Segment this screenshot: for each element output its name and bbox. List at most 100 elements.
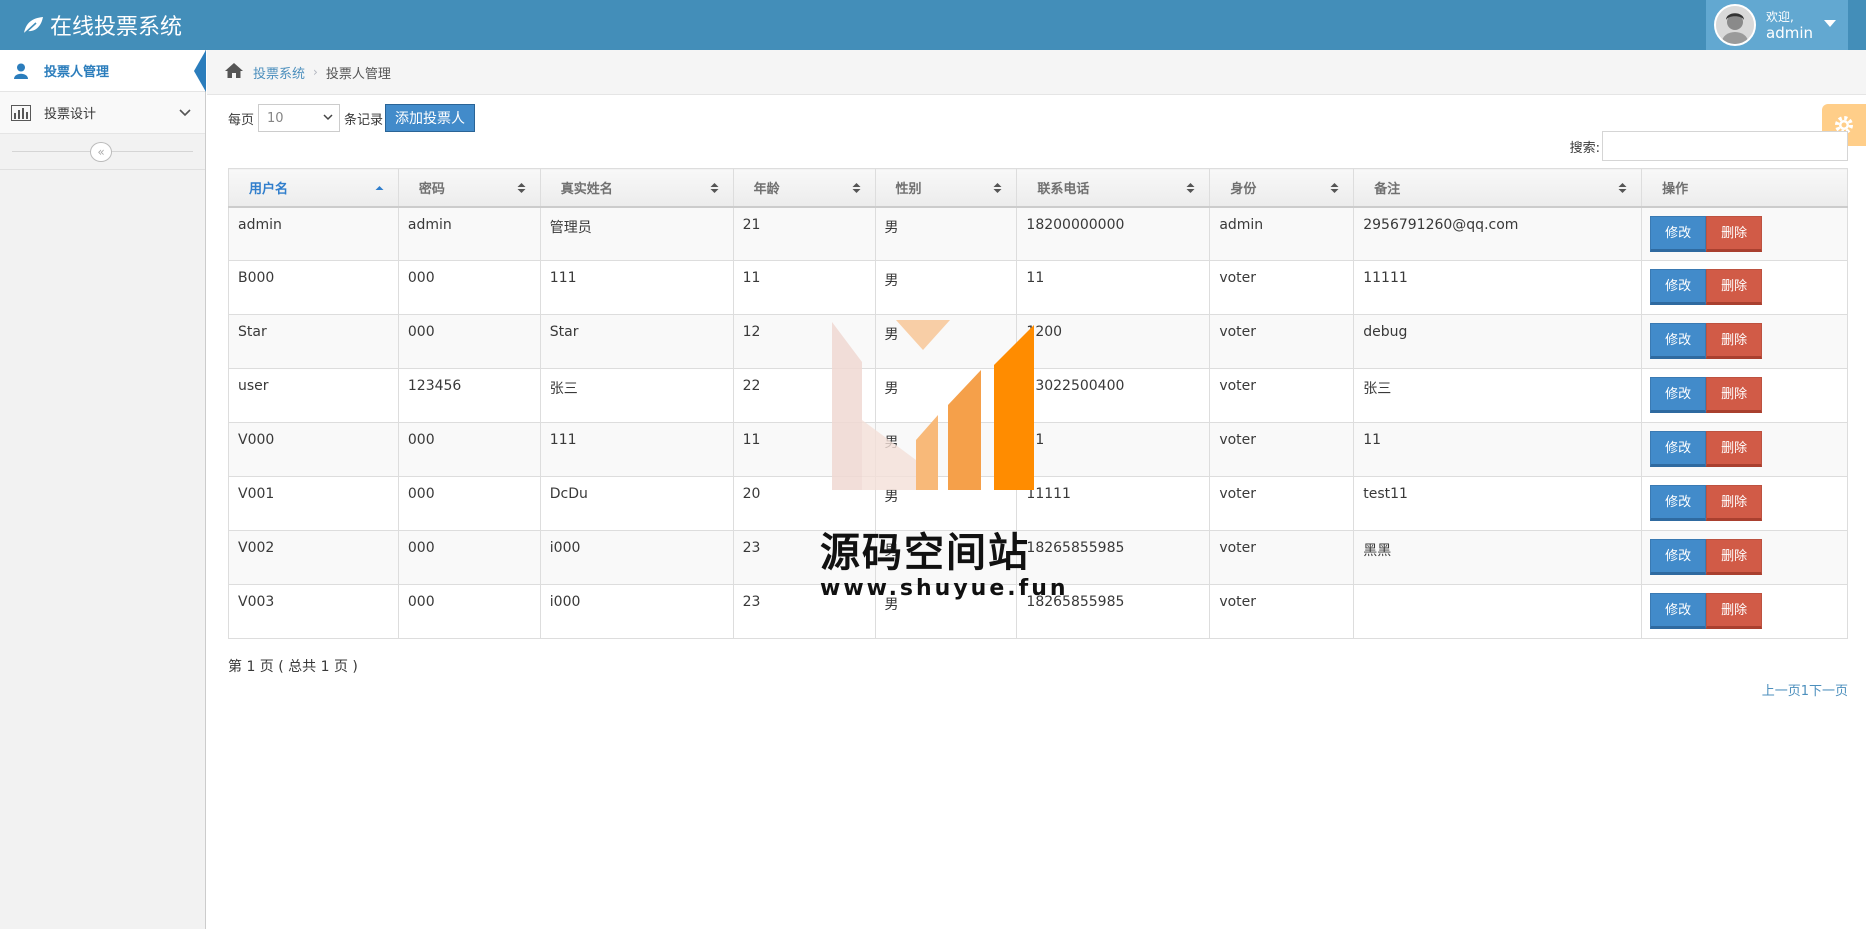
user-icon (10, 63, 32, 79)
table-row: Star 000 Star 12 男 1200 voter debug 修改 删除 (228, 314, 1848, 369)
delete-button[interactable]: 删除 (1706, 593, 1763, 629)
table-cell: 000 (397, 422, 541, 477)
edit-button[interactable]: 修改 (1650, 215, 1707, 252)
edit-button[interactable]: 修改 (1650, 269, 1707, 305)
breadcrumb: 投票系统 › 投票人管理 (207, 50, 1866, 95)
table-cell: Star (539, 314, 734, 369)
column-header[interactable]: 联系电话 (1016, 168, 1211, 208)
records-label: 条记录 (344, 112, 384, 128)
welcome-text: 欢迎, (1766, 10, 1794, 24)
column-header[interactable]: 密码 (397, 168, 541, 208)
delete-button[interactable]: 删除 (1706, 323, 1763, 359)
delete-button[interactable]: 删除 (1706, 431, 1763, 467)
column-header-label: 用户名 (249, 181, 289, 197)
user-menu[interactable]: 欢迎, admin (1706, 0, 1848, 50)
table-cell: 000 (397, 260, 541, 315)
watermark-url: www.shuyue.fun (820, 576, 1069, 601)
edit-button[interactable]: 修改 (1650, 377, 1707, 413)
pagination-links[interactable]: 上一页1下一页 (1762, 680, 1848, 699)
breadcrumb-home-link[interactable]: 投票系统 (253, 63, 305, 82)
per-page-label: 每页 (228, 112, 255, 128)
table-row: V000 000 111 11 男 11 voter 11 修改 删除 (228, 422, 1848, 477)
column-header[interactable]: 操作 (1641, 168, 1848, 208)
chevron-right-icon: › (313, 65, 318, 79)
table-cell: 管理员 (539, 206, 734, 261)
row-actions: 修改 删除 (1641, 314, 1848, 369)
table-cell: V000 (228, 422, 399, 477)
column-header-label: 身份 (1230, 181, 1257, 197)
delete-button[interactable]: 删除 (1706, 215, 1763, 252)
table-cell: 111 (539, 260, 734, 315)
table-cell: 000 (397, 314, 541, 369)
page-size-value: 10 (267, 110, 284, 126)
edit-button[interactable]: 修改 (1650, 431, 1707, 467)
voter-table: 用户名 密码 真实姓名 年龄 性别 联系电话 身份 备注 操作 admin admin 管理员 21 男… (228, 168, 1848, 639)
edit-button[interactable]: 修改 (1650, 323, 1707, 359)
row-actions: 修改 删除 (1641, 584, 1848, 639)
column-header-label: 密码 (418, 181, 445, 197)
caret-down-icon (1824, 20, 1836, 27)
table-cell: voter (1209, 368, 1355, 423)
chevron-down-icon (179, 105, 191, 121)
table-cell: user (228, 368, 399, 423)
table-cell: V002 (228, 530, 399, 585)
table-cell: 11 (732, 260, 876, 315)
table-cell: 22 (732, 368, 876, 423)
sort-icon (993, 183, 1002, 193)
row-actions: 修改 删除 (1641, 368, 1848, 423)
sidebar-collapse-row: « (0, 134, 205, 170)
leaf-icon (23, 17, 43, 35)
column-header[interactable]: 年龄 (732, 168, 876, 208)
table-cell: Star (228, 314, 399, 369)
table-cell: 000 (397, 476, 541, 531)
edit-button[interactable]: 修改 (1650, 539, 1707, 575)
edit-button[interactable]: 修改 (1650, 593, 1707, 629)
table-cell: 黑黑 (1353, 530, 1643, 585)
delete-button[interactable]: 删除 (1706, 377, 1763, 413)
delete-button[interactable]: 删除 (1706, 485, 1763, 521)
table-cell: 11 (1016, 260, 1211, 315)
app-title: 在线投票系统 (50, 15, 183, 40)
column-header[interactable]: 真实姓名 (539, 168, 734, 208)
search-input[interactable] (1602, 131, 1848, 161)
delete-button[interactable]: 删除 (1706, 539, 1763, 575)
sidebar-item-label: 投票设计 (44, 107, 97, 122)
table-row: user 123456 张三 22 男 13022500400 voter 张三 修改 删除 (228, 368, 1848, 423)
table-cell: 11111 (1016, 476, 1211, 531)
edit-button[interactable]: 修改 (1650, 485, 1707, 521)
table-cell: 张三 (1353, 368, 1643, 423)
add-voter-button[interactable]: 添加投票人 (385, 104, 476, 132)
table-cell: 11 (1016, 422, 1211, 477)
table-cell: DcDu (539, 476, 734, 531)
column-header[interactable]: 身份 (1209, 168, 1355, 208)
row-actions: 修改 删除 (1641, 422, 1848, 477)
table-cell: admin (397, 206, 541, 261)
table-cell: debug (1353, 314, 1643, 369)
table-cell: voter (1209, 530, 1355, 585)
sort-icon (1618, 183, 1627, 193)
page-size-select[interactable]: 10 (258, 104, 341, 132)
table-cell: 男 (874, 314, 1018, 369)
table-cell: admin (1209, 206, 1355, 261)
sidebar-item-voter-management[interactable]: 投票人管理 (0, 50, 206, 92)
column-header[interactable]: 性别 (874, 168, 1018, 208)
chevron-down-icon (323, 114, 333, 121)
table-cell: 13022500400 (1016, 368, 1211, 423)
row-actions: 修改 删除 (1641, 260, 1848, 315)
column-header-label: 操作 (1662, 181, 1689, 197)
double-chevron-left-icon[interactable]: « (90, 142, 112, 162)
home-icon (225, 62, 243, 82)
sidebar-item-vote-design[interactable]: 投票设计 (0, 92, 205, 134)
app-brand[interactable]: 在线投票系统 (22, 10, 182, 40)
table-cell: 男 (874, 260, 1018, 315)
table-cell: 21 (732, 206, 876, 261)
sort-icon (517, 183, 526, 193)
row-actions: 修改 删除 (1641, 206, 1848, 261)
sort-icon (710, 183, 719, 193)
column-header[interactable]: 用户名 (228, 168, 399, 208)
table-cell: 11111 (1353, 260, 1643, 315)
table-cell: 男 (874, 422, 1018, 477)
column-header[interactable]: 备注 (1353, 168, 1643, 208)
delete-button[interactable]: 删除 (1706, 269, 1763, 305)
table-cell: i000 (539, 584, 734, 639)
